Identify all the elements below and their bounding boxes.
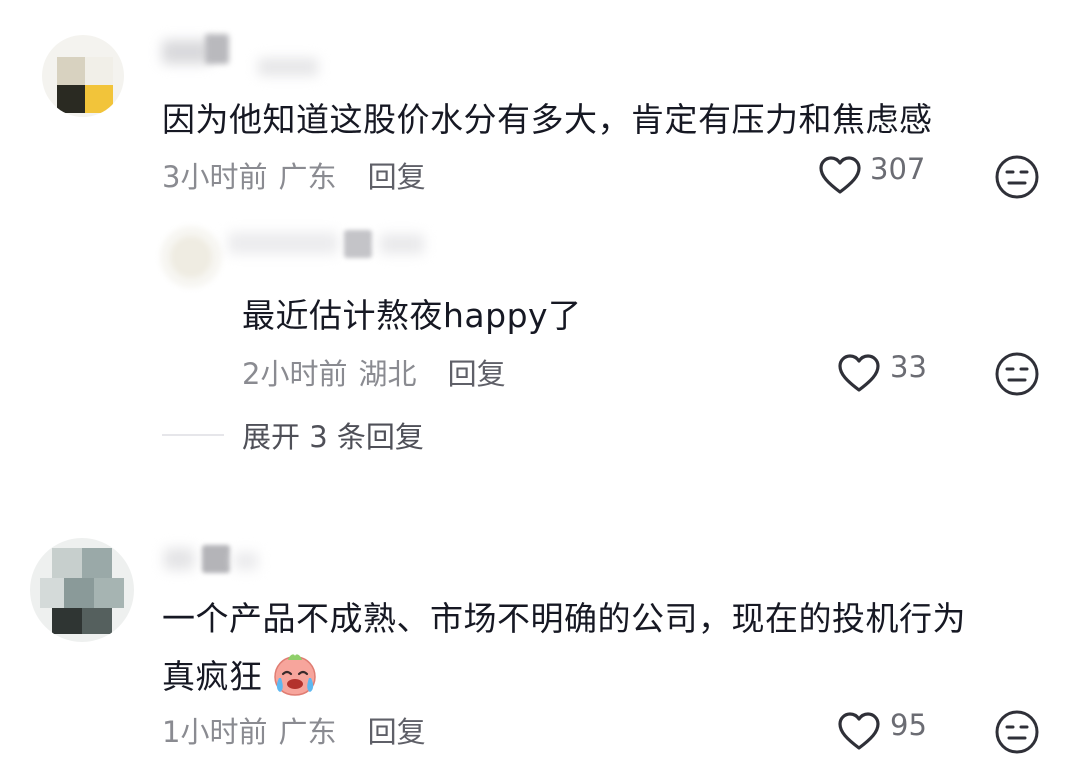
meh-face-icon [995, 710, 1039, 754]
reply-meta: 2小时前 湖北 回复 [242, 351, 506, 393]
heart-outline-icon [819, 156, 861, 194]
comment-text: 因为他知道这股价水分有多大，肯定有压力和焦虑感 [162, 100, 933, 139]
timestamp: 3小时前 [162, 160, 268, 194]
like-button[interactable] [837, 711, 881, 751]
heart-outline-icon [838, 712, 880, 750]
like-count: 307 [870, 152, 926, 186]
like-button[interactable] [837, 353, 881, 393]
meh-face-icon [995, 155, 1039, 199]
avatar[interactable] [30, 538, 134, 642]
avatar[interactable] [42, 35, 124, 117]
timestamp: 2小时前 [242, 357, 348, 391]
reply-text: 最近估计熬夜happy了 [242, 296, 582, 335]
dislike-button[interactable] [994, 351, 1040, 397]
like-count: 95 [890, 708, 927, 742]
comment-meta: 3小时前 广东 回复 [162, 154, 426, 196]
dislike-button[interactable] [994, 709, 1040, 755]
reply-button[interactable]: 回复 [368, 160, 426, 194]
comment-text: 真疯狂 [162, 657, 263, 696]
expand-divider [162, 434, 224, 436]
comment-text-line-1: 一个产品不成熟、市场不明确的公司，现在的投机行为 [162, 599, 966, 638]
heart-outline-icon [838, 354, 880, 392]
like-button[interactable] [818, 155, 862, 195]
like-count: 33 [890, 350, 927, 384]
location: 湖北 [358, 357, 417, 391]
comment-text-line-2: 真疯狂 [162, 652, 320, 696]
comment-meta: 1小时前 广东 回复 [162, 709, 426, 751]
location: 广东 [278, 715, 337, 749]
location: 广东 [278, 160, 337, 194]
avatar[interactable] [160, 226, 222, 288]
timestamp: 1小时前 [162, 715, 268, 749]
reply-button[interactable]: 回复 [368, 715, 426, 749]
dislike-button[interactable] [994, 154, 1040, 200]
crying-face-emoji [273, 654, 316, 696]
reply-button[interactable]: 回复 [448, 357, 506, 391]
meh-face-icon [995, 352, 1039, 396]
expand-replies-button[interactable]: 展开 3 条回复 [242, 414, 424, 456]
